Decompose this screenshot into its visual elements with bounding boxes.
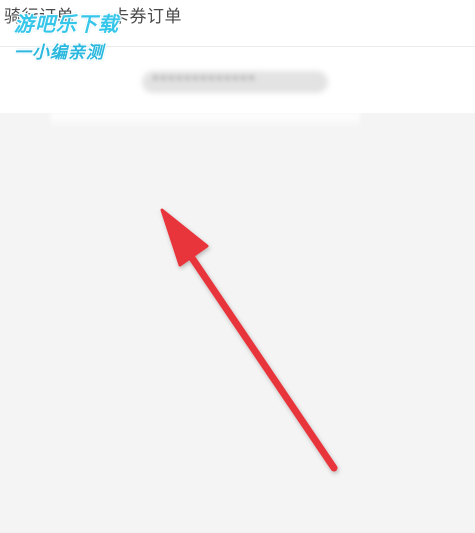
annotation-arrow <box>160 208 338 472</box>
arrow-shaft <box>184 248 338 472</box>
arrow-head-icon <box>160 208 209 267</box>
